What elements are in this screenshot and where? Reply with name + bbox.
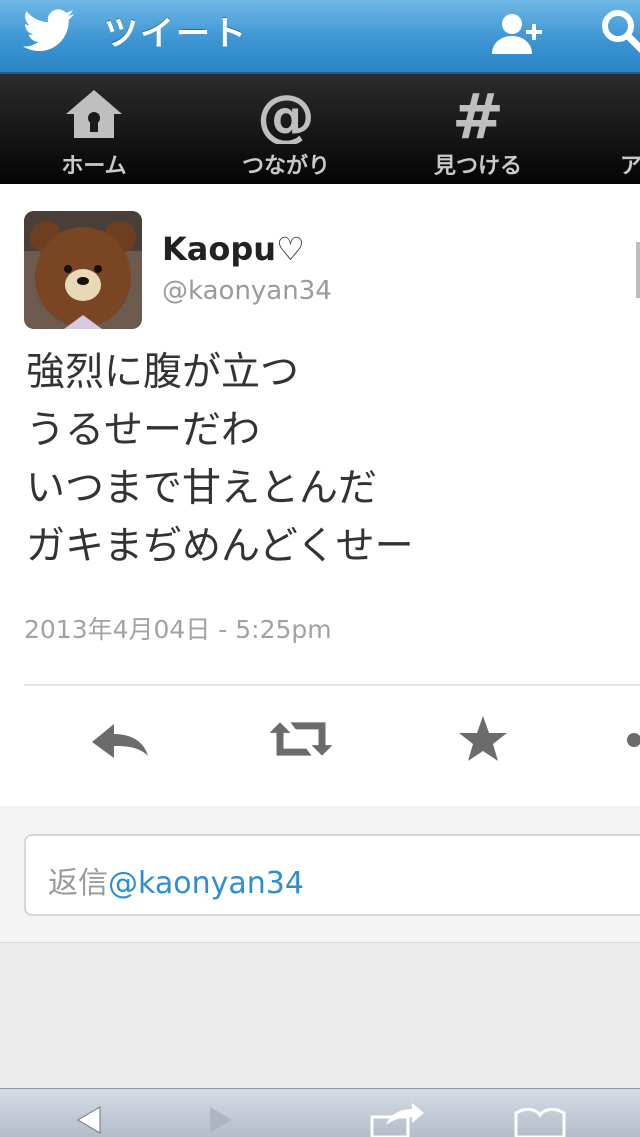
- favorite-star-icon[interactable]: [448, 704, 518, 774]
- reply-mention: @kaonyan34: [108, 866, 304, 901]
- svg-text:#: #: [452, 88, 504, 144]
- avatar[interactable]: [24, 211, 142, 329]
- tweet-line: うるせーだわ: [26, 408, 261, 453]
- top-header-bar: ツイート: [0, 0, 640, 74]
- share-icon[interactable]: [366, 1103, 426, 1137]
- bookmarks-icon[interactable]: [510, 1103, 570, 1137]
- search-icon[interactable]: [598, 6, 640, 56]
- nav-connect[interactable]: @ つながり: [206, 74, 366, 184]
- nav-discover[interactable]: # 見つける: [398, 74, 558, 184]
- hash-icon: #: [452, 88, 504, 144]
- svg-text:@: @: [257, 88, 315, 144]
- at-icon: @: [257, 88, 315, 144]
- page-title: ツイート: [104, 14, 248, 54]
- forward-arrow-icon[interactable]: [200, 1103, 240, 1137]
- tweet-card: Kaopu♡ @kaonyan34 強烈に腹が立つ うるせーだわ いつまで甘えと…: [0, 184, 640, 807]
- tweet-line: いつまで甘えとんだ: [26, 466, 378, 511]
- divider: [24, 684, 640, 686]
- bear-avatar-icon: [24, 211, 142, 329]
- main-nav-bar: ホーム @ つながり # 見つける ア: [0, 74, 640, 184]
- retweet-icon[interactable]: [266, 704, 336, 774]
- follow-button-edge[interactable]: [636, 242, 640, 298]
- home-icon: [66, 90, 122, 138]
- more-icon[interactable]: [620, 704, 640, 774]
- tweet-line: ガキまぢめんどくせー: [26, 524, 414, 569]
- nav-discover-label: 見つける: [433, 154, 522, 179]
- add-user-icon[interactable]: [488, 10, 548, 58]
- reply-prefix: 返信@kaonyan34: [48, 858, 304, 902]
- tweet-timestamp: 2013年4月04日 - 5:25pm: [24, 615, 332, 644]
- author-name[interactable]: Kaopu♡: [162, 230, 305, 268]
- nav-me[interactable]: ア: [590, 74, 640, 184]
- nav-home[interactable]: ホーム: [14, 74, 174, 184]
- reply-icon[interactable]: [86, 704, 156, 774]
- tweet-text: 強烈に腹が立つ うるせーだわ いつまで甘えとんだ ガキまぢめんどくせー: [26, 344, 626, 576]
- nav-me-label: ア: [620, 154, 640, 179]
- reply-input[interactable]: 返信@kaonyan34: [24, 834, 640, 916]
- twitter-bird-icon[interactable]: [22, 6, 78, 56]
- tweet-line: 強烈に腹が立つ: [26, 350, 300, 395]
- author-handle[interactable]: @kaonyan34: [162, 276, 332, 306]
- browser-toolbar: [0, 1088, 640, 1137]
- nav-connect-label: つながり: [241, 154, 330, 179]
- nav-home-label: ホーム: [61, 154, 127, 179]
- reply-label: 返信: [48, 866, 108, 901]
- back-arrow-icon[interactable]: [70, 1103, 110, 1137]
